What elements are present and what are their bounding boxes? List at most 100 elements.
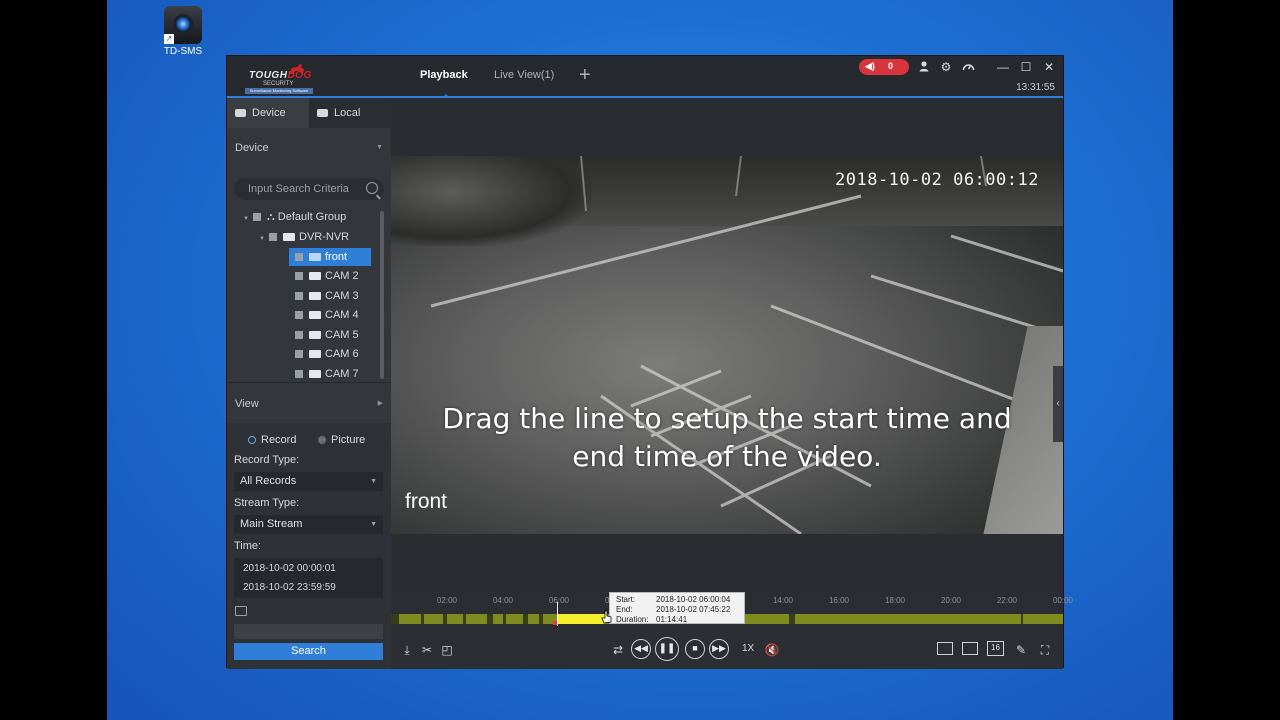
timeline[interactable]: 02:0004:0006:0008:0010:0012:0014:0016:00…: [391, 592, 1073, 630]
radio-unselected-icon: [318, 436, 326, 445]
td-sms-app-icon: ↗: [164, 6, 202, 44]
video-letterbox-bottom: [391, 534, 1063, 592]
playback-controls: ⤓ ✂ ◰ ⇄ ◀◀ ❚❚ ■ ▶▶ 1X 🔇 16 ✎ ⛶: [391, 630, 1063, 669]
tree-node-camera[interactable]: CAM 5: [295, 326, 359, 344]
alarm-badge[interactable]: ◀) 0: [859, 59, 909, 75]
tree-node-camera[interactable]: CAM 3: [295, 287, 359, 305]
video-timestamp: 2018-10-02 06:00:12: [835, 170, 1039, 190]
playback-speed[interactable]: 1X: [742, 643, 754, 654]
camera-icon: [309, 292, 321, 301]
shortcut-arrow-icon: ↗: [164, 34, 174, 44]
tab-device[interactable]: Device: [227, 98, 309, 128]
tab-local[interactable]: Local: [309, 98, 391, 128]
playback-area: 2018-10-02 06:00:12 Drag the line to set…: [391, 98, 1073, 669]
edit-layout-icon[interactable]: ✎: [1013, 642, 1029, 658]
calendar-icon[interactable]: [235, 606, 247, 616]
collapse-panel-handle[interactable]: ‹: [1053, 366, 1063, 442]
device-section-header[interactable]: Device ▼: [227, 134, 391, 162]
hand-cursor-icon: [601, 610, 612, 624]
radio-picture[interactable]: Picture: [318, 434, 365, 446]
search-button[interactable]: Search: [234, 643, 383, 660]
pause-button[interactable]: ❚❚: [655, 637, 679, 661]
layout-16-button[interactable]: 16: [987, 641, 1004, 656]
settings-gear-icon[interactable]: ⚙: [939, 60, 953, 74]
video-camera-name: front: [405, 490, 448, 513]
clip-scissors-icon[interactable]: ✂: [419, 642, 435, 658]
time-label: Time:: [234, 540, 262, 552]
tree-node-camera-front[interactable]: front: [289, 248, 372, 266]
stream-type-select[interactable]: Main Stream ▼: [234, 515, 383, 534]
desktop-shortcut-td-sms[interactable]: ↗ TD-SMS: [161, 6, 205, 57]
timeline-tick-label: 22:00: [996, 596, 1018, 605]
selected-clip-range[interactable]: [557, 614, 605, 624]
desktop: ↗ TD-SMS TOUGHDOG SECURITY Surveillance …: [107, 0, 1173, 720]
timeline-tick-label: 18:00: [884, 596, 906, 605]
time-end[interactable]: 2018-10-02 23:59:59: [243, 582, 336, 593]
rewind-button[interactable]: ◀◀: [631, 639, 651, 659]
camera-icon: [309, 350, 321, 359]
time-start[interactable]: 2018-10-02 00:00:01: [243, 563, 336, 574]
tree-node-dvr-nvr[interactable]: ▼ DVR-NVR: [259, 228, 349, 246]
title-bar: TOUGHDOG SECURITY Surveillance Monitorin…: [227, 56, 1063, 98]
expand-arrow-icon: ▶: [377, 400, 383, 407]
tab-live-view[interactable]: Live View(1): [494, 69, 554, 81]
tree-checkbox[interactable]: [295, 253, 303, 262]
td-sms-window: TOUGHDOG SECURITY Surveillance Monitorin…: [226, 55, 1073, 669]
brand-logo: TOUGHDOG SECURITY Surveillance Monitorin…: [245, 62, 317, 96]
timeline-tick-label: 00:00: [1052, 596, 1074, 605]
maximize-icon[interactable]: ☐: [1019, 60, 1033, 74]
parking-lot-lines: [430, 156, 1063, 534]
snapshot-icon[interactable]: ◰: [439, 642, 455, 658]
device-search-input[interactable]: Input Search Criteria: [234, 178, 384, 200]
video-frame[interactable]: 2018-10-02 06:00:12 Drag the line to set…: [391, 156, 1063, 534]
user-icon[interactable]: [917, 60, 931, 74]
performance-gauge-icon[interactable]: [961, 60, 975, 74]
fast-forward-button[interactable]: ▶▶: [709, 639, 729, 659]
search-icon[interactable]: [366, 182, 378, 194]
camera-icon: [309, 370, 321, 379]
playhead-line[interactable]: [557, 602, 558, 626]
tree-node-camera[interactable]: CAM 4: [295, 306, 359, 324]
screen: ↗ TD-SMS TOUGHDOG SECURITY Surveillance …: [0, 0, 1280, 720]
record-type-label: Record Type:: [234, 454, 300, 466]
camera-icon: [309, 272, 321, 281]
tree-checkbox[interactable]: [253, 213, 261, 222]
camera-icon: [309, 253, 321, 262]
expand-arrow-icon: ▼: [259, 236, 265, 242]
tree-node-camera[interactable]: CAM 7: [295, 365, 359, 383]
timeline-tick-label: 14:00: [772, 596, 794, 605]
radio-selected-icon: [248, 436, 256, 445]
close-icon[interactable]: ✕: [1042, 60, 1056, 74]
tree-node-camera[interactable]: CAM 6: [295, 345, 359, 363]
collapse-arrow-icon: ▼: [376, 144, 383, 151]
tree-scrollbar[interactable]: [380, 211, 384, 379]
sync-playback-icon[interactable]: ⇄: [610, 642, 626, 658]
add-tab-button[interactable]: +: [579, 64, 591, 87]
radio-record[interactable]: Record: [248, 434, 296, 446]
desktop-shortcut-label: TD-SMS: [163, 46, 203, 57]
time-range-field[interactable]: 2018-10-02 00:00:01 2018-10-02 23:59:59: [234, 558, 383, 598]
tree-checkbox[interactable]: [269, 233, 277, 242]
stop-button[interactable]: ■: [685, 639, 705, 659]
download-icon[interactable]: ⤓: [399, 642, 415, 658]
video-letterbox-top: [391, 98, 1063, 156]
progress-bar: [234, 624, 383, 639]
monitor-icon: [317, 109, 328, 118]
recorder-icon: [283, 233, 295, 242]
record-type-select[interactable]: All Records ▼: [234, 472, 383, 491]
minimize-icon[interactable]: —: [996, 60, 1010, 74]
chevron-down-icon: ▼: [370, 521, 377, 528]
tab-playback[interactable]: Playback: [420, 69, 468, 81]
layout-4-icon[interactable]: [937, 642, 953, 655]
expand-arrow-icon: ▼: [243, 216, 249, 222]
group-icon: ⛬: [267, 211, 275, 223]
view-section-header[interactable]: View ▶: [227, 390, 391, 418]
mute-icon[interactable]: 🔇: [764, 642, 780, 658]
tree-node-camera[interactable]: CAM 2: [295, 267, 359, 285]
timeline-tick-label: 04:00: [492, 596, 514, 605]
panel-tabs: Device Local: [227, 98, 391, 128]
layout-9-icon[interactable]: [962, 642, 978, 655]
tree-node-default-group[interactable]: ▼ ⛬ Default Group: [243, 208, 346, 226]
fullscreen-icon[interactable]: ⛶: [1037, 642, 1053, 658]
system-clock: 13:31:55: [1016, 82, 1055, 93]
